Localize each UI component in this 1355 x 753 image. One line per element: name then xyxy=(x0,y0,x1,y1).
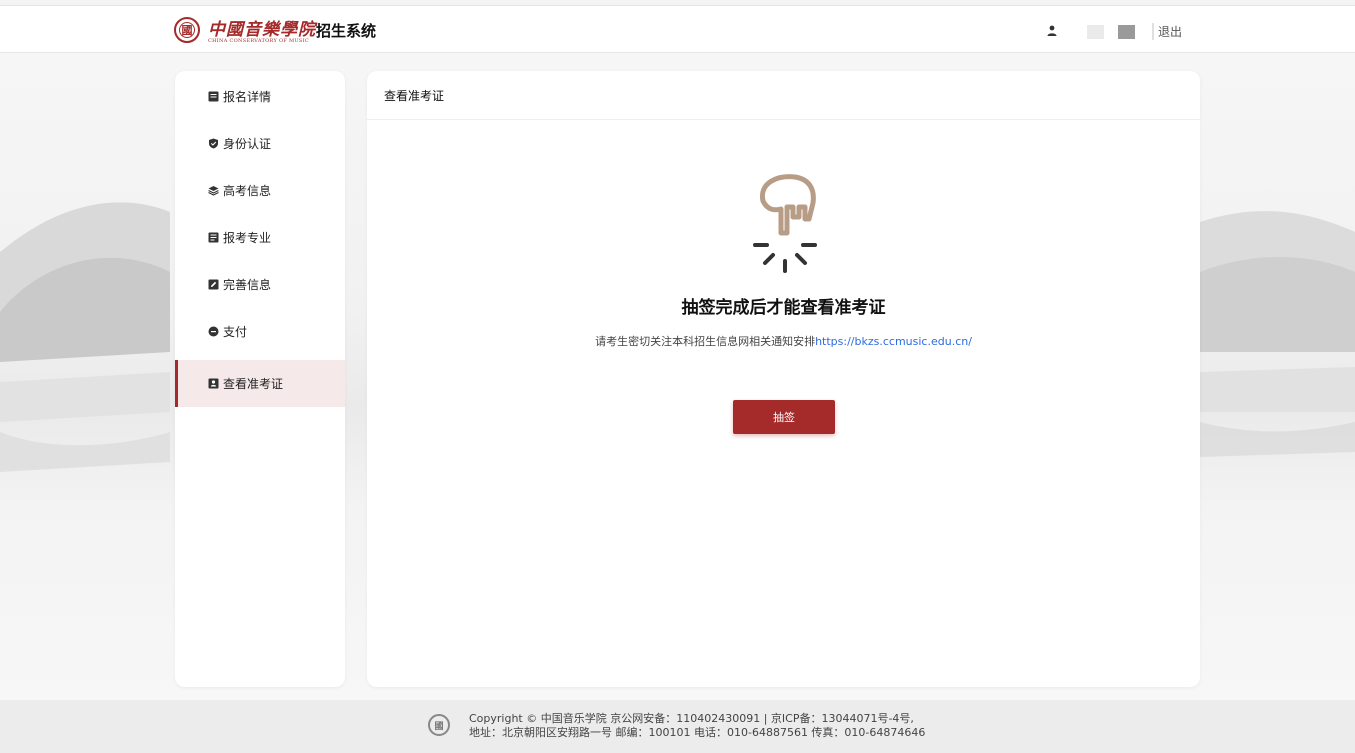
address-line: 地址：北京朝阳区安翔路一号 邮编：100101 电话：010-64887561 … xyxy=(469,726,926,739)
page-footer: 國 Copyright © 中国音乐学院 京公网安备：110402430091 … xyxy=(0,700,1355,753)
sidebar-item-label: 高考信息 xyxy=(223,184,272,198)
id-card-icon xyxy=(208,378,219,389)
sidebar-item-identity-verification[interactable]: 身份认证 xyxy=(175,120,345,167)
layers-icon xyxy=(208,186,219,196)
sidebar-item-complete-info[interactable]: 完善信息 xyxy=(175,261,345,308)
school-seal-logo[interactable]: 國 xyxy=(174,17,200,43)
shield-icon xyxy=(209,138,218,149)
footer-text: Copyright © 中国音乐学院 京公网安备：110402430091 | … xyxy=(469,712,925,740)
user-icon[interactable] xyxy=(1047,25,1057,37)
header-placeholder-box[interactable] xyxy=(1118,25,1135,39)
sidebar-nav: 报名详情 身份认证 高考信息 报考专业 完善信息 支付 查看准考证 xyxy=(175,71,345,687)
admission-site-link[interactable]: https://bkzs.ccmusic.edu.cn/ xyxy=(815,335,972,348)
card-title: 查看准考证 xyxy=(384,88,445,103)
document-icon xyxy=(208,232,219,243)
sidebar-item-registration-details[interactable]: 报名详情 xyxy=(175,73,345,120)
pointing-hand-icon xyxy=(753,174,817,273)
sidebar-item-label: 报考专业 xyxy=(223,231,272,245)
sidebar-item-label: 身份认证 xyxy=(223,137,272,151)
sidebar-item-label: 查看准考证 xyxy=(223,377,284,391)
school-name-logo[interactable]: 中國音樂學院 xyxy=(208,15,316,40)
top-header: 國 中國音樂學院 CHINA CONSERVATORY OF MUSIC 招生系… xyxy=(0,5,1355,53)
footer-seal-logo: 國 xyxy=(428,714,450,736)
header-placeholder-box[interactable] xyxy=(1087,25,1104,39)
school-name-english: CHINA CONSERVATORY OF MUSIC xyxy=(208,38,310,44)
edit-icon xyxy=(208,279,219,290)
sidebar-item-payment[interactable]: 支付 xyxy=(175,308,345,355)
sidebar-item-admission-ticket[interactable]: 查看准考证 xyxy=(175,360,345,407)
system-title: 招生系统 xyxy=(316,22,377,40)
draw-lots-button[interactable]: 抽签 xyxy=(733,400,835,434)
copyright-line: Copyright © 中国音乐学院 京公网安备：110402430091 | … xyxy=(469,712,914,725)
list-icon xyxy=(208,91,219,102)
sidebar-item-label: 支付 xyxy=(223,325,248,339)
sidebar-item-applied-major[interactable]: 报考专业 xyxy=(175,214,345,261)
notice-text: 请考生密切关注本科招生信息网相关通知安排https://bkzs.ccmusic… xyxy=(367,333,1200,349)
card-header: 查看准考证 xyxy=(367,71,1200,120)
draw-required-title: 抽签完成后才能查看准考证 xyxy=(681,298,886,318)
coin-icon xyxy=(208,326,219,337)
main-content-card: 查看准考证 抽签完成后才能查看准考证 请考生密切关注本科招生信息网相关通知安排h… xyxy=(367,71,1200,687)
sidebar-item-label: 完善信息 xyxy=(223,278,272,292)
logout-button[interactable]: 退出 xyxy=(1152,23,1182,40)
sidebar-item-label: 报名详情 xyxy=(223,90,272,104)
notice-prefix: 请考生密切关注本科招生信息网相关通知安排 xyxy=(595,335,816,348)
sidebar-item-gaokao-info[interactable]: 高考信息 xyxy=(175,167,345,214)
